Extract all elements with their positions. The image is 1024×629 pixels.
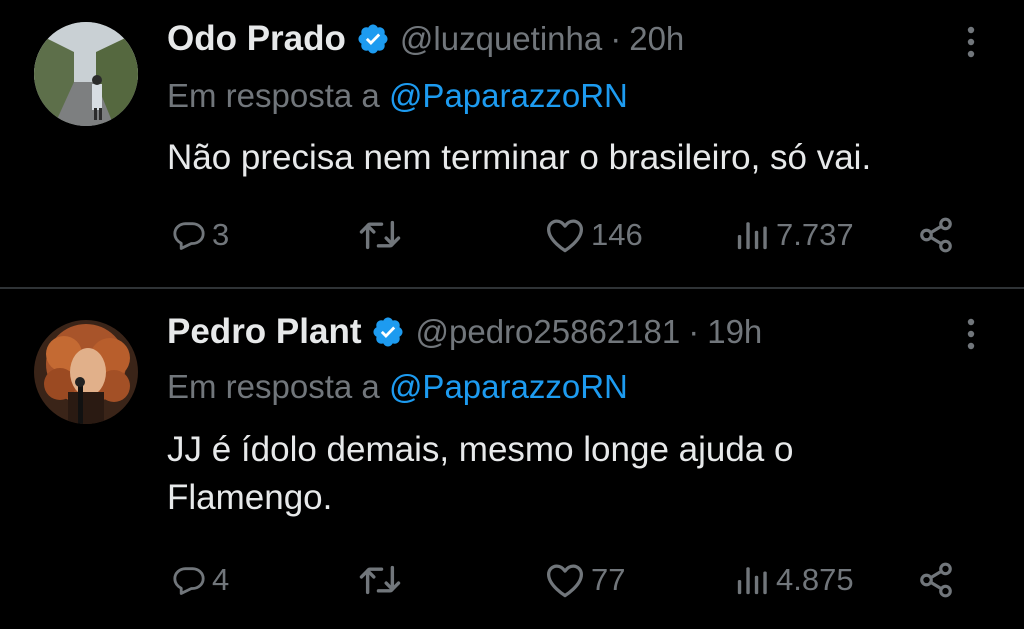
reply-prefix: Em resposta a [167,77,380,114]
share-button[interactable] [915,213,957,257]
retweet-button[interactable] [358,558,408,602]
views-count: 4.875 [776,562,854,597]
retweet-icon [359,220,401,250]
share-icon [920,217,952,253]
views-icon [737,567,767,595]
verified-badge-icon [356,22,390,56]
views-button[interactable]: 4.875 [734,558,854,602]
tweet-text: Não precisa nem terminar o brasileiro, s… [167,138,872,177]
timestamp[interactable]: 19h [707,313,762,351]
like-button[interactable]: 77 [545,558,625,602]
views-button[interactable]: 7.737 [734,213,854,257]
share-button[interactable] [915,558,957,602]
avatar-image [34,22,138,126]
reply-button[interactable]: 4 [172,558,229,602]
views-count: 7.737 [776,217,854,252]
reply-icon [173,567,205,595]
reply-context: Em resposta a @PaparazzoRN [167,368,628,406]
retweet-icon [359,565,401,595]
reply-count: 3 [212,217,230,252]
separator-dot: · [688,313,700,350]
more-options-icon[interactable] [958,314,984,354]
reply-count: 4 [212,562,230,597]
user-handle[interactable]: @pedro25862181 [415,313,680,351]
display-name[interactable]: Odo Prado [167,19,346,59]
reply-mention-link[interactable]: @PaparazzoRN [389,77,628,114]
tweet-actions: 3 146 7.737 [0,213,1024,257]
tweet-divider [0,287,1024,289]
tweet-header: Odo Prado @luzquetinha · 20h [167,19,684,59]
like-count: 77 [591,562,626,597]
like-button[interactable]: 146 [545,213,643,257]
share-icon [920,562,952,598]
user-handle[interactable]: @luzquetinha [400,20,602,58]
separator-dot: · [610,20,622,57]
reply-prefix: Em resposta a [167,368,380,405]
like-count: 146 [591,217,643,252]
tweet-header: Pedro Plant @pedro25862181 · 19h [167,312,762,352]
avatar[interactable] [34,22,138,126]
reply-mention-link[interactable]: @PaparazzoRN [389,368,628,405]
avatar[interactable] [34,320,138,424]
tweet-2[interactable]: Pedro Plant @pedro25862181 · 19h Em resp… [0,290,1024,629]
reply-button[interactable]: 3 [172,213,229,257]
retweet-button[interactable] [358,213,408,257]
views-icon [737,222,767,250]
heart-icon [547,564,583,598]
tweet-text: JJ é ídolo demais, mesmo longe ajuda o F… [167,430,794,517]
avatar-image [34,320,138,424]
reply-icon [173,222,205,250]
more-options-icon[interactable] [958,22,984,62]
tweet-actions: 4 77 4.875 [0,558,1024,602]
timestamp[interactable]: 20h [629,20,684,58]
heart-icon [547,219,583,253]
tweet-1[interactable]: Odo Prado @luzquetinha · 20h Em resposta… [0,0,1024,288]
display-name[interactable]: Pedro Plant [167,312,361,352]
verified-badge-icon [371,315,405,349]
reply-context: Em resposta a @PaparazzoRN [167,77,628,115]
